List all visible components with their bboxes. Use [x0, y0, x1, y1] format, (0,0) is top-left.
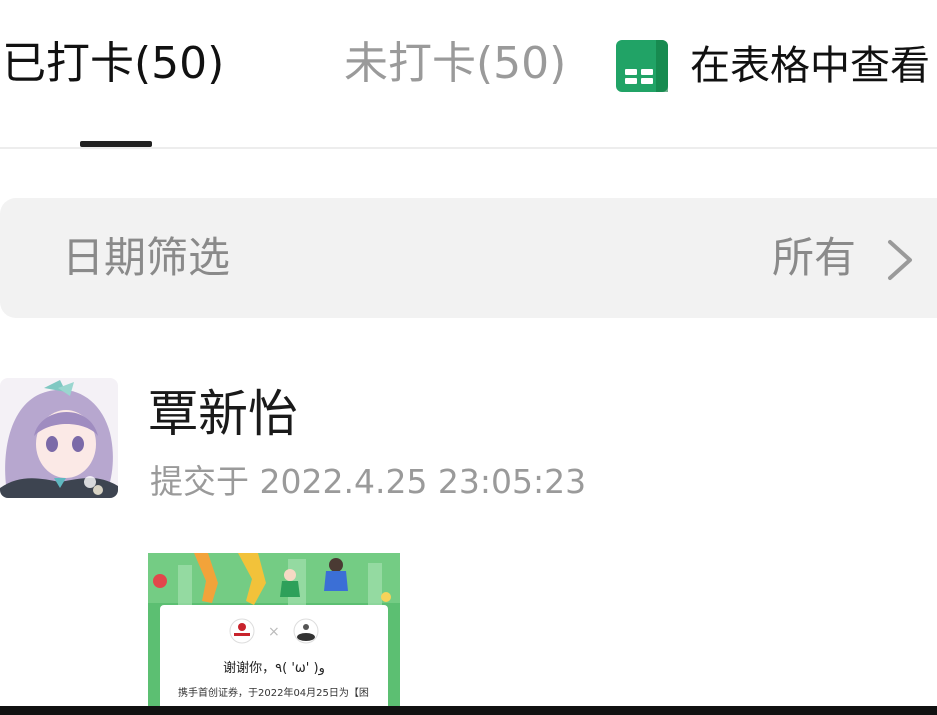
tab-bar: 已打卡(50) 未打卡(50) 在表格中查看 — [0, 0, 937, 148]
tab-checked-in[interactable]: 已打卡(50) — [2, 36, 224, 92]
user-name: 覃新怡 — [148, 385, 298, 443]
attachment-thanks-text: 谢谢你，٩( 'ω' )و — [223, 661, 325, 676]
view-in-sheet-link[interactable]: 在表格中查看 — [690, 38, 930, 94]
bottom-edge-bar — [0, 706, 937, 715]
attachment-image[interactable]: × 谢谢你，٩( 'ω' )و 携手首创证券，于2022年04月25日为【困 — [148, 553, 400, 715]
tab-divider — [0, 147, 937, 149]
chevron-right-icon[interactable] — [880, 238, 920, 282]
avatar[interactable] — [0, 378, 118, 498]
submission-time: 提交于 2022.4.25 23:05:23 — [150, 462, 587, 501]
spreadsheet-icon[interactable] — [616, 40, 668, 92]
date-filter-label: 日期筛选 — [62, 233, 231, 282]
attachment-body-text: 携手首创证券，于2022年04月25日为【困 — [178, 688, 369, 699]
svg-text:×: × — [268, 624, 280, 640]
tab-not-checked-in[interactable]: 未打卡(50) — [344, 36, 566, 92]
date-filter-value[interactable]: 所有 — [772, 230, 856, 286]
